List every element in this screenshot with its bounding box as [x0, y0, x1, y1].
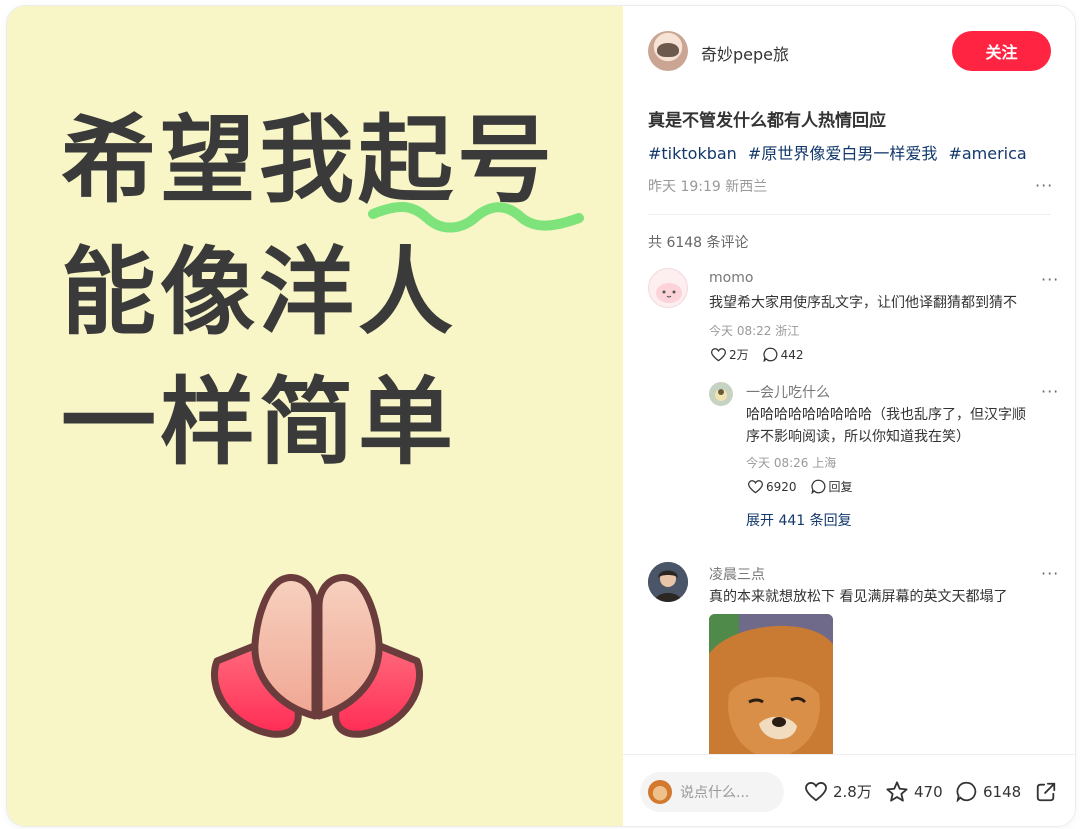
- share-button[interactable]: [1035, 781, 1057, 803]
- divider: [648, 214, 1051, 215]
- comment-like-button[interactable]: 2万: [711, 346, 749, 363]
- comment-like-count: 2万: [729, 348, 749, 362]
- user-avatar: [648, 780, 672, 804]
- green-underline-squiggle: [368, 202, 584, 233]
- post-more-icon[interactable]: ···: [1035, 176, 1053, 195]
- reply-like-button[interactable]: 6920: [748, 480, 797, 494]
- comment-more-icon[interactable]: ···: [1041, 564, 1059, 583]
- follow-button[interactable]: 关注: [952, 31, 1051, 71]
- praying-hands-emoji: [210, 574, 424, 738]
- comment-reply-count: 442: [780, 347, 804, 362]
- reply-more-icon[interactable]: ···: [1041, 382, 1059, 401]
- speech-bubble-icon: [956, 781, 977, 802]
- expand-replies-link[interactable]: 展开 441 条回复: [746, 510, 852, 530]
- image-text-line-2: 能像洋人: [61, 238, 458, 348]
- reply-actions: 6920 回复: [748, 478, 853, 495]
- comment-image-dog[interactable]: [709, 614, 833, 764]
- commenter-avatar[interactable]: [648, 562, 688, 602]
- note-card: 希望我起号 能像洋人 一样简单 奇妙pepe旅 关注 真是不管发什么都有人热情回…: [7, 6, 1075, 826]
- image-text-line-3: 一样简单: [61, 368, 458, 478]
- speech-bubble-icon: [810, 479, 825, 494]
- comment-text: 我望希大家用使序乱文字，让们他译翻猜都到猜不: [709, 295, 1017, 311]
- reply-name[interactable]: 一会儿吃什么: [746, 382, 830, 402]
- bird-icon: [715, 389, 727, 401]
- note-detail-panel: 奇妙pepe旅 关注 真是不管发什么都有人热情回应 #tiktokban #原世…: [623, 6, 1075, 826]
- dog-photo: [709, 614, 833, 764]
- tag-link[interactable]: #america: [948, 144, 1026, 163]
- heart-icon: [805, 781, 827, 801]
- tag-link[interactable]: #原世界像爱白男一样爱我: [748, 144, 937, 163]
- author-row: 奇妙pepe旅 关注: [648, 30, 1051, 72]
- comment-input[interactable]: 说点什么...: [640, 772, 784, 812]
- heart-icon: [711, 347, 726, 361]
- comment-button[interactable]: 6148: [956, 781, 1021, 802]
- comment-input-placeholder: 说点什么...: [680, 785, 750, 801]
- comment-actions: 2万 442: [711, 346, 804, 363]
- post-date-location: 昨天 19:19 新西兰: [648, 179, 768, 195]
- bottom-engagement-bar: 说点什么... 2.8万 470 6148: [623, 754, 1075, 826]
- speech-bubble-icon: [763, 347, 778, 362]
- comment-text: 真的本来就想放松下 看见满屏幕的英文天都塌了: [709, 589, 1008, 605]
- commenter-name[interactable]: 凌晨三点: [709, 564, 765, 584]
- post-title: 真是不管发什么都有人热情回应: [648, 111, 886, 131]
- collect-count: 470: [914, 782, 943, 801]
- like-count: 2.8万: [833, 783, 872, 801]
- reply-avatar[interactable]: [709, 382, 733, 406]
- commenter-name[interactable]: momo: [709, 270, 753, 286]
- post-image[interactable]: 希望我起号 能像洋人 一样简单: [7, 6, 623, 826]
- star-icon: [886, 781, 908, 802]
- reply-reply-label: 回复: [828, 480, 853, 494]
- comment-more-icon[interactable]: ···: [1041, 270, 1059, 289]
- heart-icon: [748, 479, 763, 493]
- share-icon: [1036, 782, 1056, 802]
- pink-blob-icon: [656, 283, 682, 303]
- reply-meta: 今天 08:26 上海: [746, 456, 837, 470]
- commenter-avatar[interactable]: [648, 268, 688, 308]
- person-photo-icon: [648, 562, 688, 602]
- reply-text-line-1: 哈哈哈哈哈哈哈哈哈（我也乱序了，但汉字顺: [746, 407, 1026, 423]
- author-name[interactable]: 奇妙pepe旅: [701, 41, 789, 65]
- image-text-line-1: 希望我起号: [61, 106, 557, 216]
- like-button[interactable]: 2.8万: [805, 781, 872, 802]
- reply-text-line-2: 序不影响阅读，所以你知道我在笑）: [746, 429, 970, 445]
- collect-button[interactable]: 470: [886, 781, 943, 802]
- comment-total-count: 6148: [983, 782, 1022, 801]
- reply-reply-button[interactable]: 回复: [810, 478, 853, 495]
- tag-link[interactable]: #tiktokban: [648, 144, 737, 163]
- reply-like-count: 6920: [766, 479, 797, 494]
- comment-count: 共 6148 条评论: [648, 235, 749, 251]
- author-avatar[interactable]: [648, 31, 688, 71]
- comment-meta: 今天 08:22 浙江: [709, 324, 800, 338]
- post-tags: #tiktokban #原世界像爱白男一样爱我 #america: [648, 140, 1033, 164]
- comment-reply-button[interactable]: 442: [763, 347, 804, 362]
